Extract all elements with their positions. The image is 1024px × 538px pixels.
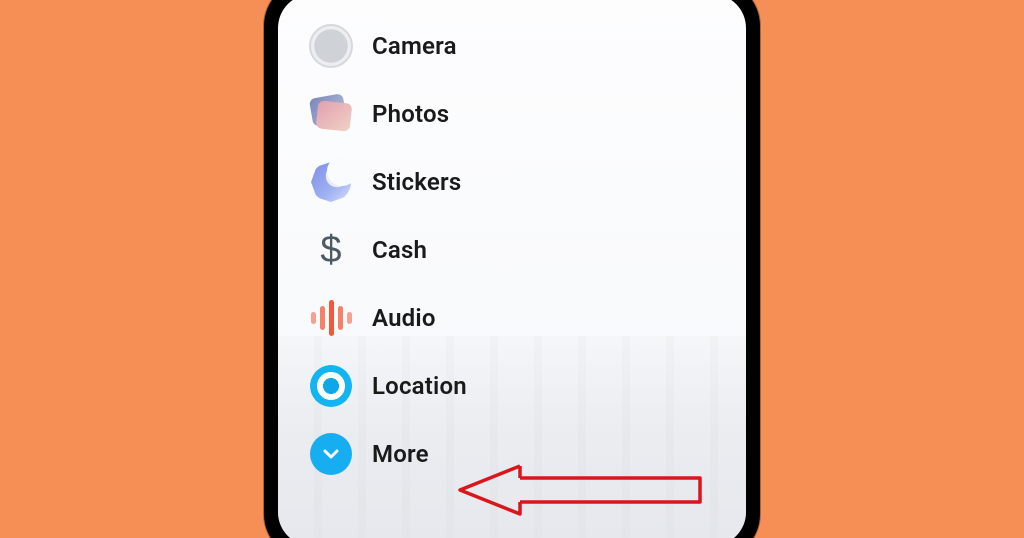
menu-item-label: More: [372, 440, 429, 468]
cash-icon: $: [304, 223, 358, 277]
audio-icon: [304, 291, 358, 345]
stickers-icon: [304, 155, 358, 209]
menu-item-location[interactable]: Location: [304, 352, 736, 420]
photos-icon: [304, 87, 358, 141]
menu-item-label: Audio: [372, 304, 436, 332]
phone-frame: Camera Photos Stickers: [264, 0, 760, 538]
menu-item-label: Photos: [372, 100, 449, 128]
phone-screen: Camera Photos Stickers: [278, 0, 746, 538]
menu-item-label: Camera: [372, 32, 457, 60]
menu-item-label: Location: [372, 372, 467, 400]
menu-item-camera[interactable]: Camera: [304, 12, 736, 80]
menu-item-label: Stickers: [372, 168, 461, 196]
camera-icon: [304, 19, 358, 73]
menu-item-audio[interactable]: Audio: [304, 284, 736, 352]
menu-item-more[interactable]: More: [304, 420, 736, 488]
more-icon: [304, 427, 358, 481]
menu-item-photos[interactable]: Photos: [304, 80, 736, 148]
stage-background: Camera Photos Stickers: [0, 0, 1024, 538]
menu-item-stickers[interactable]: Stickers: [304, 148, 736, 216]
menu-item-label: Cash: [372, 236, 427, 264]
svg-text:$: $: [320, 230, 341, 270]
location-icon: [304, 359, 358, 413]
menu-item-cash[interactable]: $ Cash: [304, 216, 736, 284]
attachment-menu: Camera Photos Stickers: [304, 12, 736, 488]
